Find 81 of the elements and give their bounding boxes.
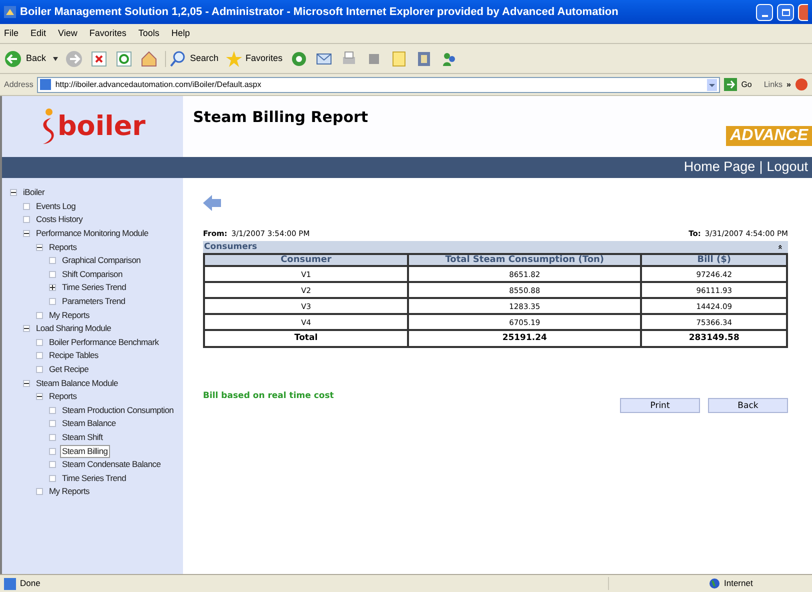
tree-item[interactable]: Boiler Performance Benchmark: [47, 336, 161, 349]
tree-item[interactable]: Steam Shift: [60, 430, 105, 444]
tree-item[interactable]: Events Log: [34, 200, 78, 213]
collapse-icon[interactable]: [23, 325, 30, 332]
page-icon: [4, 578, 16, 590]
star-icon: [226, 50, 242, 66]
favorites-button[interactable]: Favorites: [226, 50, 283, 66]
collapse-button[interactable]: »: [776, 244, 784, 250]
search-icon: [170, 50, 186, 66]
home-icon[interactable]: [140, 50, 158, 68]
menu-item[interactable]: Edit: [30, 26, 46, 40]
expand-icon[interactable]: [49, 284, 56, 292]
separator: |: [759, 158, 763, 176]
back-button[interactable]: Back: [708, 398, 788, 414]
tree-item[interactable]: Graphical Comparison: [60, 254, 143, 268]
tree-item[interactable]: My Reports: [47, 308, 92, 322]
back-button[interactable]: Back: [4, 50, 46, 68]
go-arrow-icon: [724, 78, 738, 91]
refresh-icon[interactable]: [115, 50, 134, 68]
logo-text: boiler: [57, 113, 146, 140]
more-links-button[interactable]: »: [786, 78, 791, 90]
collapse-icon[interactable]: [36, 244, 43, 251]
nav-link[interactable]: Logout: [766, 157, 808, 178]
tree-item[interactable]: iBoiler: [21, 186, 47, 200]
column-header: Consumer: [204, 254, 408, 266]
tree-item[interactable]: Steam Balance: [60, 417, 118, 430]
dropdown-caret-icon[interactable]: [707, 78, 718, 90]
tree-item[interactable]: My Reports: [47, 485, 92, 498]
collapse-icon[interactable]: [23, 230, 30, 238]
page-icon: [40, 79, 52, 90]
tree-item[interactable]: Steam Production Consumption: [60, 404, 176, 417]
tree-item[interactable]: Steam Billing: [60, 444, 110, 458]
window-title: Boiler Management Solution 1,2,05 - Administrator - Microsoft Internet Explorer provided by Advanced Automation: [20, 4, 620, 20]
tree-item[interactable]: Load Sharing Module: [34, 322, 114, 336]
tree-item[interactable]: Reports: [47, 390, 79, 404]
tree-item[interactable]: Get Recipe: [47, 363, 91, 376]
column-header: Total Steam Consumption (Ton): [408, 254, 642, 266]
tree-item[interactable]: Reports: [47, 240, 79, 254]
menu-item[interactable]: Favorites: [89, 26, 126, 40]
menu-item[interactable]: File: [4, 26, 19, 40]
tree-item[interactable]: Steam Balance Module: [34, 376, 120, 390]
toolbar-icon[interactable]: [795, 78, 808, 91]
tree-item[interactable]: Parameters Trend: [60, 295, 128, 308]
tree-item[interactable]: Time Series Trend: [60, 281, 128, 294]
section-title: Consumers: [204, 243, 258, 252]
tree-item[interactable]: Shift Comparison: [60, 268, 124, 281]
address-label: Address: [4, 78, 34, 90]
menu-item[interactable]: Help: [171, 26, 190, 40]
minimize-button[interactable]: [756, 4, 773, 20]
status-text: Done: [20, 577, 42, 590]
total-cell: 25191.24: [408, 330, 642, 348]
nav-link[interactable]: Home Page: [684, 157, 756, 178]
tree-item[interactable]: Performance Monitoring Module: [34, 227, 150, 240]
search-button[interactable]: Search: [165, 50, 219, 66]
links-button[interactable]: Links: [764, 78, 783, 90]
tree-item[interactable]: Recipe Tables: [47, 349, 100, 362]
go-button[interactable]: Go: [724, 78, 752, 91]
back-arrow-icon[interactable]: [203, 194, 223, 212]
tree-item[interactable]: Costs History: [34, 213, 85, 226]
partner-logo: ADVANCE: [726, 126, 812, 146]
tree-item[interactable]: Steam Condensate Balance: [60, 458, 163, 472]
collapse-icon[interactable]: [36, 393, 43, 400]
maximize-button[interactable]: [777, 4, 794, 20]
stop-icon[interactable]: [90, 50, 108, 68]
browser-icon: [4, 6, 16, 18]
page-title: Steam Billing Report: [193, 107, 368, 128]
collapse-icon[interactable]: [10, 189, 17, 196]
menu-item[interactable]: Tools: [138, 26, 160, 40]
total-cell: Total: [204, 330, 408, 348]
total-cell: 283149.58: [641, 330, 787, 348]
address-field[interactable]: http://iboiler.advancedautomation.com/iBoiler/Default.aspx: [37, 76, 720, 92]
print-button[interactable]: Print: [620, 398, 700, 414]
dropdown-caret-icon[interactable]: [53, 56, 58, 60]
close-button[interactable]: [798, 4, 808, 20]
menu-item[interactable]: View: [58, 26, 78, 40]
note-text: Bill based on real time cost: [203, 390, 334, 404]
collapse-icon[interactable]: [23, 380, 30, 387]
zone-text: Internet: [724, 577, 753, 590]
column-header: Bill ($): [641, 254, 787, 266]
tree-item[interactable]: Time Series Trend: [60, 472, 128, 485]
globe-icon: [709, 578, 720, 589]
